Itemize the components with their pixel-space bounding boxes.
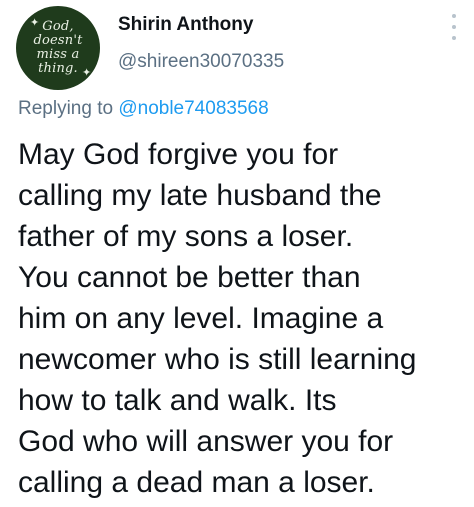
tweet-text-line: You cannot be better than (18, 261, 361, 294)
avatar-logo-text: God, doesn't miss a thing. (16, 6, 100, 90)
replying-to-label: Replying to (18, 98, 114, 119)
tweet-text-line: newcomer who is still learning (18, 343, 417, 376)
tweet-text-line: May God forgive you for (18, 138, 339, 171)
more-dot (452, 25, 456, 29)
more-dot (452, 36, 456, 40)
tweet-text-line: calling a dead man a loser. (18, 466, 375, 499)
author-handle[interactable]: @shireen30070335 (118, 51, 284, 73)
tweet-text-line: him on any level. Imagine a (18, 302, 384, 335)
tweet-text-line: calling my late husband the (18, 179, 382, 212)
replying-to: Replying to @noble74083568 (18, 98, 269, 120)
tweet: ✦ ✦ God, doesn't miss a thing. Shirin An… (0, 0, 474, 507)
more-vertical-icon[interactable] (448, 14, 460, 40)
tweet-text-line: God who will answer you for (18, 425, 394, 458)
avatar-text-line: God, (42, 19, 74, 34)
tweet-text: May God forgive you for calling my late … (18, 134, 470, 503)
tweet-text-line: father of my sons a loser. (18, 220, 354, 253)
tweet-text-line: how to talk and walk. Its (18, 384, 337, 417)
avatar-text-line: thing. (38, 61, 78, 76)
avatar-text-line: doesn't (33, 33, 83, 48)
replying-to-link[interactable]: @noble74083568 (118, 98, 268, 119)
avatar-text-line: miss a (36, 47, 80, 62)
avatar[interactable]: ✦ ✦ God, doesn't miss a thing. (16, 6, 100, 90)
more-dot (452, 14, 456, 18)
author-name[interactable]: Shirin Anthony (118, 14, 253, 36)
